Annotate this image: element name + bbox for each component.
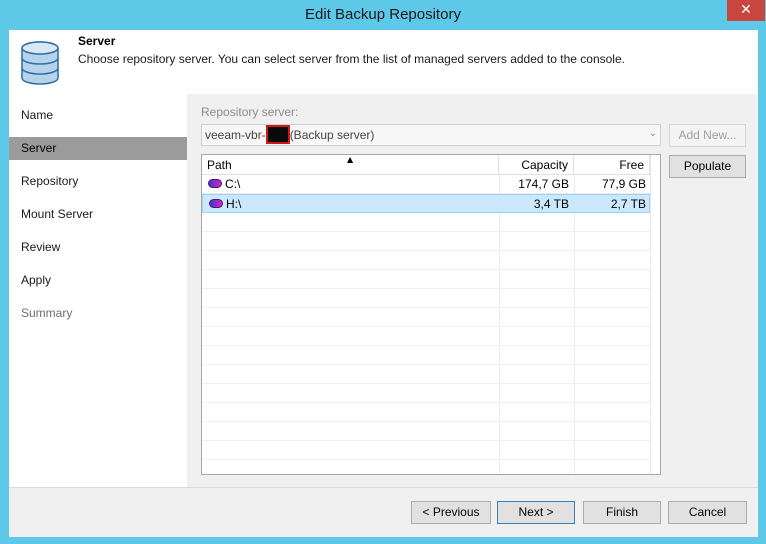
sidebar-item-server[interactable]: Server	[9, 137, 187, 160]
empty-row	[202, 346, 650, 365]
table-row[interactable]: H:\ 3,4 TB 2,7 TB	[202, 194, 650, 213]
table-row[interactable]: C:\ 174,7 GB 77,9 GB	[202, 175, 650, 194]
path-value: H:\	[226, 197, 242, 211]
step-description: Choose repository server. You can select…	[78, 52, 625, 66]
drive-icon	[208, 179, 222, 189]
close-button[interactable]: ✕	[727, 0, 765, 21]
list-rows: C:\ 174,7 GB 77,9 GB H:\ 3,4 TB 2,7 TB	[202, 175, 660, 474]
sidebar-item-repository[interactable]: Repository	[9, 170, 187, 193]
finish-button[interactable]: Finish	[583, 501, 661, 524]
step-content: Repository server: veeam-vbr- (Backup ser…	[187, 94, 758, 487]
close-icon: ✕	[740, 2, 752, 18]
volumes-list[interactable]: Path ▲ Capacity Free C:\ 174,7 GB 77,9 G…	[201, 154, 661, 475]
repository-server-value: veeam-vbr- (Backup server)	[205, 125, 375, 144]
window-title: Edit Backup Repository	[305, 6, 461, 23]
free-cell: 77,9 GB	[601, 177, 646, 191]
empty-row	[202, 327, 650, 346]
path-cell: H:\	[209, 195, 241, 213]
empty-row	[202, 251, 650, 270]
column-header-free[interactable]: Free	[574, 155, 650, 175]
server-name-suffix: (Backup server)	[289, 128, 375, 143]
column-header-capacity[interactable]: Capacity	[499, 155, 574, 175]
redacted-block	[265, 125, 290, 144]
capacity-cell: 3,4 TB	[533, 197, 569, 211]
sidebar-item-mount-server[interactable]: Mount Server	[9, 203, 187, 226]
empty-row	[202, 365, 650, 384]
sort-ascending-icon: ▲	[347, 155, 354, 164]
wizard-steps-sidebar: Name Server Repository Mount Server Revi…	[9, 94, 187, 487]
wizard-header: Server Choose repository server. You can…	[9, 30, 758, 94]
empty-row	[202, 308, 650, 327]
database-icon	[21, 41, 59, 85]
sidebar-item-apply[interactable]: Apply	[9, 269, 187, 292]
empty-row	[202, 441, 650, 460]
vertical-scrollbar[interactable]	[650, 155, 660, 474]
cancel-button[interactable]: Cancel	[668, 501, 747, 524]
drive-icon	[209, 199, 223, 209]
empty-row	[202, 460, 650, 474]
sidebar-item-name[interactable]: Name	[9, 104, 187, 127]
empty-row	[202, 422, 650, 441]
path-value: C:\	[225, 177, 241, 191]
populate-button[interactable]: Populate	[669, 155, 746, 178]
empty-row	[202, 384, 650, 403]
next-button[interactable]: Next >	[497, 501, 575, 524]
empty-row	[202, 270, 650, 289]
sidebar-item-review[interactable]: Review	[9, 236, 187, 259]
server-name-prefix: veeam-vbr-	[205, 128, 266, 143]
chevron-down-icon[interactable]: ⌄	[649, 128, 657, 139]
previous-button[interactable]: < Previous	[411, 501, 491, 524]
list-header: Path ▲ Capacity Free	[202, 155, 660, 175]
repository-server-dropdown[interactable]: veeam-vbr- (Backup server) ⌄	[201, 124, 661, 146]
path-cell: C:\	[208, 175, 240, 193]
free-cell: 2,7 TB	[610, 197, 646, 211]
title-bar[interactable]: Edit Backup Repository ✕	[0, 0, 766, 30]
dialog-client-area: Server Choose repository server. You can…	[9, 30, 758, 537]
repository-server-label: Repository server:	[201, 105, 299, 119]
add-new-button: Add New...	[669, 124, 746, 147]
empty-row	[202, 213, 650, 232]
capacity-cell: 174,7 GB	[518, 177, 569, 191]
empty-row	[202, 289, 650, 308]
sidebar-item-summary: Summary	[21, 306, 73, 320]
edit-backup-repository-window: Edit Backup Repository ✕ Server Choose r…	[0, 0, 766, 544]
wizard-footer: < Previous Next > Finish Cancel	[9, 487, 758, 537]
empty-row	[202, 232, 650, 251]
empty-row	[202, 403, 650, 422]
step-title: Server	[78, 34, 116, 48]
